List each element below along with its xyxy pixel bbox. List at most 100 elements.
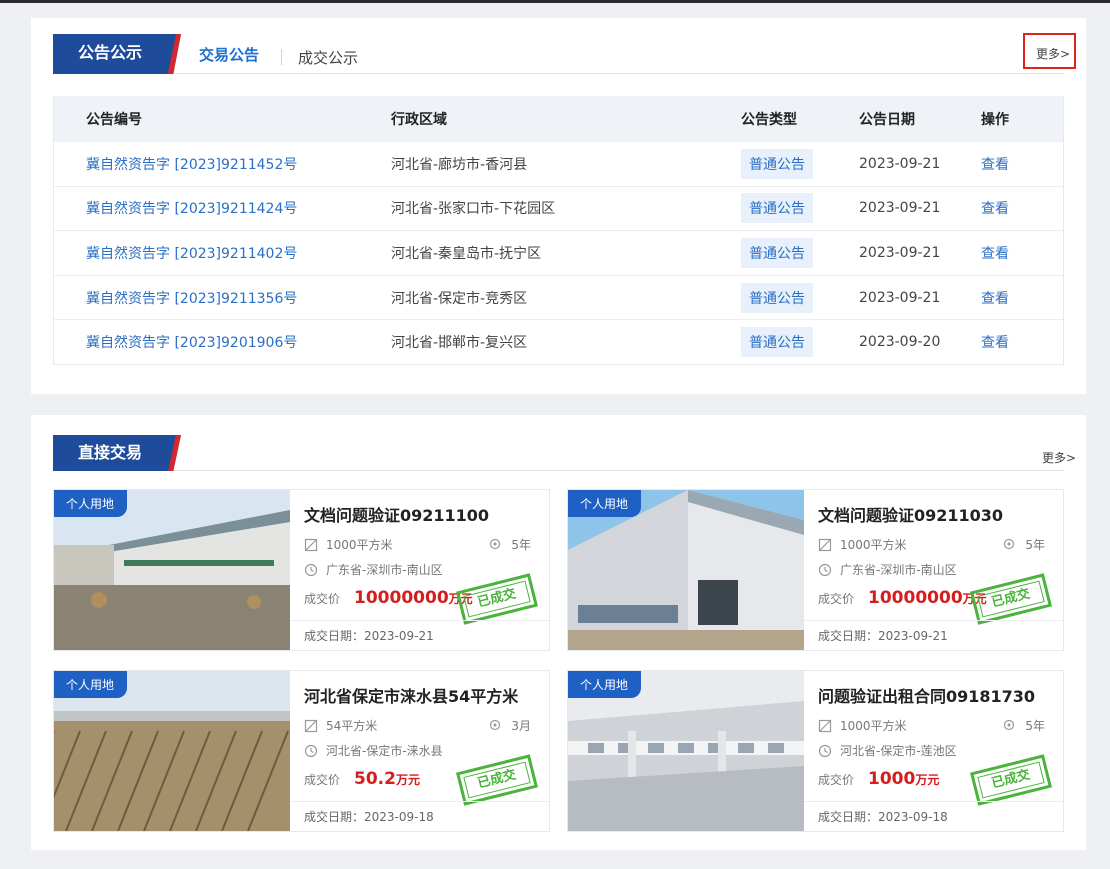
price-label: 成交价 bbox=[304, 592, 341, 606]
deal-done-stamp: 已成交 bbox=[456, 573, 538, 625]
area-icon bbox=[818, 719, 832, 732]
date-cell: 2023-09-20 bbox=[859, 334, 941, 351]
view-link[interactable]: 查看 bbox=[981, 335, 1009, 351]
clock-icon bbox=[304, 563, 318, 576]
direct-trade-panel: 直接交易 更多> 个人用地 文档问题验证09211100 1000平方米 5年 … bbox=[31, 415, 1086, 850]
deal-date: 成交日期：2023-09-21 bbox=[290, 620, 549, 650]
term-value: 3月 bbox=[511, 719, 531, 733]
announcements-panel: 公告公示 交易公告 成交公示 更多> 公告编号 行政区域 公告类型 公告日期 操… bbox=[31, 18, 1086, 394]
col-header-action: 操作 bbox=[981, 111, 1009, 128]
top-border bbox=[0, 0, 1110, 3]
region-cell: 河北省-保定市-竞秀区 bbox=[391, 290, 528, 307]
location-row: 广东省-深圳市-南山区 bbox=[818, 561, 957, 578]
date-cell: 2023-09-21 bbox=[859, 289, 941, 306]
area-value: 1000平方米 bbox=[840, 719, 907, 733]
card-info: 文档问题验证09211100 1000平方米 5年 广东省-深圳市-南山区 成交… bbox=[290, 490, 549, 650]
card-title[interactable]: 文档问题验证09211100 bbox=[304, 502, 489, 526]
region-cell: 河北省-廊坊市-香河县 bbox=[391, 156, 528, 173]
col-header-id: 公告编号 bbox=[86, 111, 142, 128]
announcement-id-link[interactable]: 冀自然资告字 [2023]9211424号 bbox=[86, 201, 297, 217]
price-row: 成交价 10000000 万元 bbox=[304, 588, 473, 608]
date-cell: 2023-09-21 bbox=[859, 200, 941, 217]
type-badge: 普通公告 bbox=[741, 237, 813, 268]
location-value: 河北省-保定市-莲池区 bbox=[840, 744, 957, 758]
area-icon bbox=[818, 538, 832, 551]
trade-card[interactable]: 个人用地 河北省保定市涞水县54平方米 54平方米 3月 河北省-保定市-涞水县… bbox=[53, 670, 550, 832]
land-type-tag: 个人用地 bbox=[568, 490, 642, 517]
card-info: 河北省保定市涞水县54平方米 54平方米 3月 河北省-保定市-涞水县 成交价 … bbox=[290, 671, 549, 831]
location-value: 广东省-深圳市-南山区 bbox=[326, 563, 443, 577]
location-value: 广东省-深圳市-南山区 bbox=[840, 563, 957, 577]
price-value: 50.2 bbox=[354, 769, 396, 789]
price-label: 成交价 bbox=[818, 773, 855, 787]
term-row: 5年 bbox=[489, 536, 531, 553]
col-header-type: 公告类型 bbox=[741, 111, 797, 128]
land-type-tag: 个人用地 bbox=[54, 490, 128, 517]
price-row: 成交价 1000 万元 bbox=[818, 769, 939, 789]
date-cell: 2023-09-21 bbox=[859, 155, 941, 172]
table-row: 冀自然资告字 [2023]9211424号 河北省-张家口市-下花园区 普通公告… bbox=[54, 185, 1063, 231]
type-badge: 普通公告 bbox=[741, 193, 813, 224]
area-row: 1000平方米 bbox=[818, 717, 907, 734]
trade-card[interactable]: 个人用地 文档问题验证09211030 1000平方米 5年 广东省-深圳市-南… bbox=[567, 489, 1064, 651]
direct-trade-tabbar: 直接交易 更多> bbox=[53, 435, 1076, 471]
location-row: 河北省-保定市-莲池区 bbox=[818, 742, 957, 759]
location-row: 河北省-保定市-涞水县 bbox=[304, 742, 443, 759]
area-row: 1000平方米 bbox=[304, 536, 393, 553]
term-row: 5年 bbox=[1003, 536, 1045, 553]
term-row: 5年 bbox=[1003, 717, 1045, 734]
deal-done-stamp: 已成交 bbox=[970, 573, 1052, 625]
deal-date: 成交日期：2023-09-18 bbox=[804, 801, 1063, 831]
view-link[interactable]: 查看 bbox=[981, 201, 1009, 217]
type-badge: 普通公告 bbox=[741, 327, 813, 358]
card-title[interactable]: 河北省保定市涞水县54平方米 bbox=[304, 683, 518, 707]
view-link[interactable]: 查看 bbox=[981, 291, 1009, 307]
announcement-id-link[interactable]: 冀自然资告字 [2023]9211356号 bbox=[86, 291, 297, 307]
location-value: 河北省-保定市-涞水县 bbox=[326, 744, 443, 758]
area-icon bbox=[304, 719, 318, 732]
price-unit: 万元 bbox=[395, 773, 420, 787]
type-badge: 普通公告 bbox=[741, 148, 813, 179]
more-link-direct-trade[interactable]: 更多> bbox=[1042, 449, 1076, 466]
term-value: 5年 bbox=[1025, 719, 1045, 733]
area-value: 1000平方米 bbox=[840, 538, 907, 552]
col-header-region: 行政区域 bbox=[391, 111, 447, 128]
clock-icon bbox=[818, 744, 832, 757]
card-title[interactable]: 问题验证出租合同09181730 bbox=[818, 683, 1035, 707]
area-row: 54平方米 bbox=[304, 717, 377, 734]
type-badge: 普通公告 bbox=[741, 282, 813, 313]
area-row: 1000平方米 bbox=[818, 536, 907, 553]
deal-date: 成交日期：2023-09-21 bbox=[804, 620, 1063, 650]
price-value: 10000000 bbox=[354, 588, 449, 608]
property-photo[interactable]: 个人用地 bbox=[568, 671, 804, 831]
tab-trade-notice[interactable]: 交易公告 bbox=[199, 44, 259, 65]
card-title[interactable]: 文档问题验证09211030 bbox=[818, 502, 1003, 526]
trade-card[interactable]: 个人用地 文档问题验证09211100 1000平方米 5年 广东省-深圳市-南… bbox=[53, 489, 550, 651]
announcement-id-link[interactable]: 冀自然资告字 [2023]9201906号 bbox=[86, 335, 297, 351]
property-photo[interactable]: 个人用地 bbox=[54, 671, 290, 831]
deal-done-stamp: 已成交 bbox=[456, 754, 538, 806]
announcement-id-link[interactable]: 冀自然资告字 [2023]9211402号 bbox=[86, 246, 297, 262]
price-unit: 万元 bbox=[915, 773, 940, 787]
property-photo[interactable]: 个人用地 bbox=[568, 490, 804, 650]
view-link[interactable]: 查看 bbox=[981, 246, 1009, 262]
term-value: 5年 bbox=[511, 538, 531, 552]
tab-deal-public[interactable]: 成交公示 bbox=[298, 47, 358, 68]
property-photo[interactable]: 个人用地 bbox=[54, 490, 290, 650]
trade-card[interactable]: 个人用地 问题验证出租合同09181730 1000平方米 5年 河北省-保定市… bbox=[567, 670, 1064, 832]
location-pin-icon bbox=[490, 719, 501, 730]
card-info: 问题验证出租合同09181730 1000平方米 5年 河北省-保定市-莲池区 … bbox=[804, 671, 1063, 831]
area-value: 54平方米 bbox=[326, 719, 378, 733]
region-cell: 河北省-邯郸市-复兴区 bbox=[391, 335, 528, 352]
card-info: 文档问题验证09211030 1000平方米 5年 广东省-深圳市-南山区 成交… bbox=[804, 490, 1063, 650]
clock-icon bbox=[818, 563, 832, 576]
section-title-announcements: 公告公示 bbox=[53, 34, 181, 74]
table-row: 冀自然资告字 [2023]9211356号 河北省-保定市-竞秀区 普通公告 2… bbox=[54, 274, 1063, 320]
more-link-announcements[interactable]: 更多> bbox=[1023, 33, 1076, 69]
price-row: 成交价 10000000 万元 bbox=[818, 588, 987, 608]
view-link[interactable]: 查看 bbox=[981, 157, 1009, 173]
announcement-id-link[interactable]: 冀自然资告字 [2023]9211452号 bbox=[86, 157, 297, 173]
region-cell: 河北省-张家口市-下花园区 bbox=[391, 201, 556, 218]
tab-divider bbox=[281, 49, 282, 65]
area-icon bbox=[304, 538, 318, 551]
